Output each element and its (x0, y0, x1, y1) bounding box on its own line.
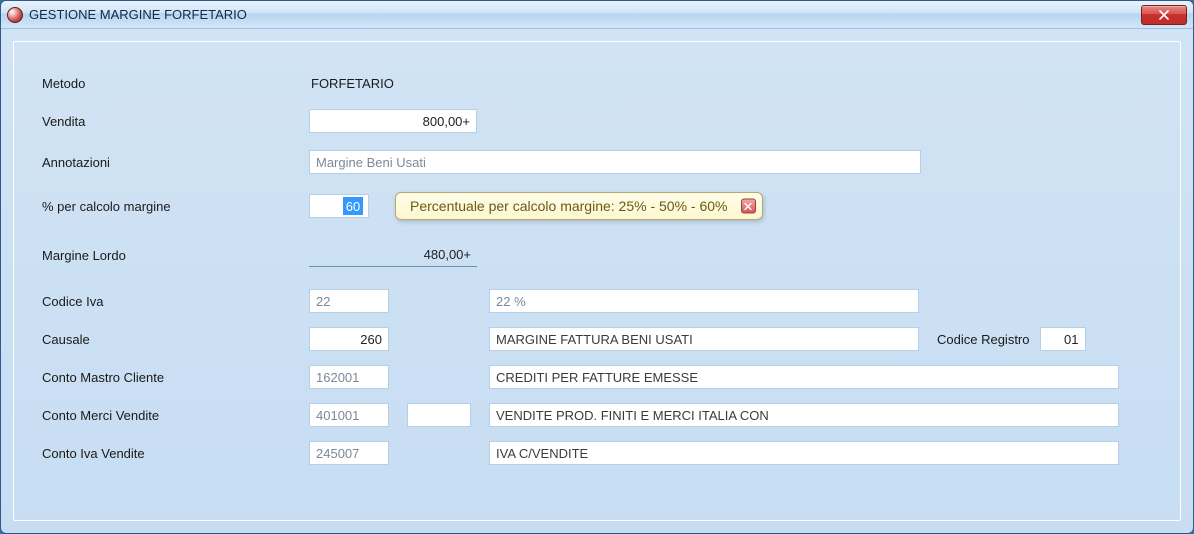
label-percent-margine: % per calcolo margine (34, 199, 309, 214)
input-margine-lordo[interactable] (309, 243, 477, 267)
label-causale: Causale (34, 332, 309, 347)
titlebar[interactable]: GESTIONE MARGINE FORFETARIO (1, 1, 1193, 29)
app-icon (7, 7, 23, 23)
label-conto-iva-vendite: Conto Iva Vendite (34, 446, 309, 461)
close-button[interactable] (1141, 5, 1187, 25)
field-codice-iva[interactable]: 22 (309, 289, 389, 313)
tooltip-percent-margine: Percentuale per calcolo margine: 25% - 5… (395, 192, 763, 220)
field-conto-merci-vendite[interactable]: 401001 (309, 403, 389, 427)
input-conto-merci-vendite-sub[interactable] (407, 403, 471, 427)
label-annotazioni: Annotazioni (34, 155, 309, 170)
desc-conto-mastro-cliente: CREDITI PER FATTURE EMESSE (489, 365, 1119, 389)
close-icon (1159, 10, 1169, 20)
value-metodo: FORFETARIO (309, 76, 394, 91)
input-codice-registro[interactable] (1040, 327, 1086, 351)
tooltip-text: Percentuale per calcolo margine: 25% - 5… (410, 198, 728, 214)
input-vendita[interactable] (309, 109, 477, 133)
desc-causale: MARGINE FATTURA BENI USATI (489, 327, 919, 351)
window-frame: GESTIONE MARGINE FORFETARIO Metodo FORFE… (0, 0, 1194, 534)
input-causale[interactable] (309, 327, 389, 351)
close-icon (744, 202, 752, 210)
input-percent-margine[interactable] (309, 194, 369, 218)
form-panel: Metodo FORFETARIO Vendita Annotazioni % … (13, 41, 1181, 521)
window-title: GESTIONE MARGINE FORFETARIO (29, 7, 1141, 22)
desc-codice-iva: 22 % (489, 289, 919, 313)
field-conto-mastro-cliente[interactable]: 162001 (309, 365, 389, 389)
field-conto-iva-vendite[interactable]: 245007 (309, 441, 389, 465)
label-codice-registro: Codice Registro (937, 332, 1030, 347)
client-area: Metodo FORFETARIO Vendita Annotazioni % … (1, 29, 1193, 533)
label-conto-merci-vendite: Conto Merci Vendite (34, 408, 309, 423)
label-conto-mastro-cliente: Conto Mastro Cliente (34, 370, 309, 385)
label-vendita: Vendita (34, 114, 309, 129)
desc-conto-iva-vendite: IVA C/VENDITE (489, 441, 1119, 465)
desc-conto-merci-vendite: VENDITE PROD. FINITI E MERCI ITALIA CON (489, 403, 1119, 427)
label-codice-iva: Codice Iva (34, 294, 309, 309)
tooltip-close-button[interactable] (741, 199, 756, 214)
input-annotazioni[interactable] (309, 150, 921, 174)
label-metodo: Metodo (34, 76, 309, 91)
label-margine-lordo: Margine Lordo (34, 248, 309, 263)
